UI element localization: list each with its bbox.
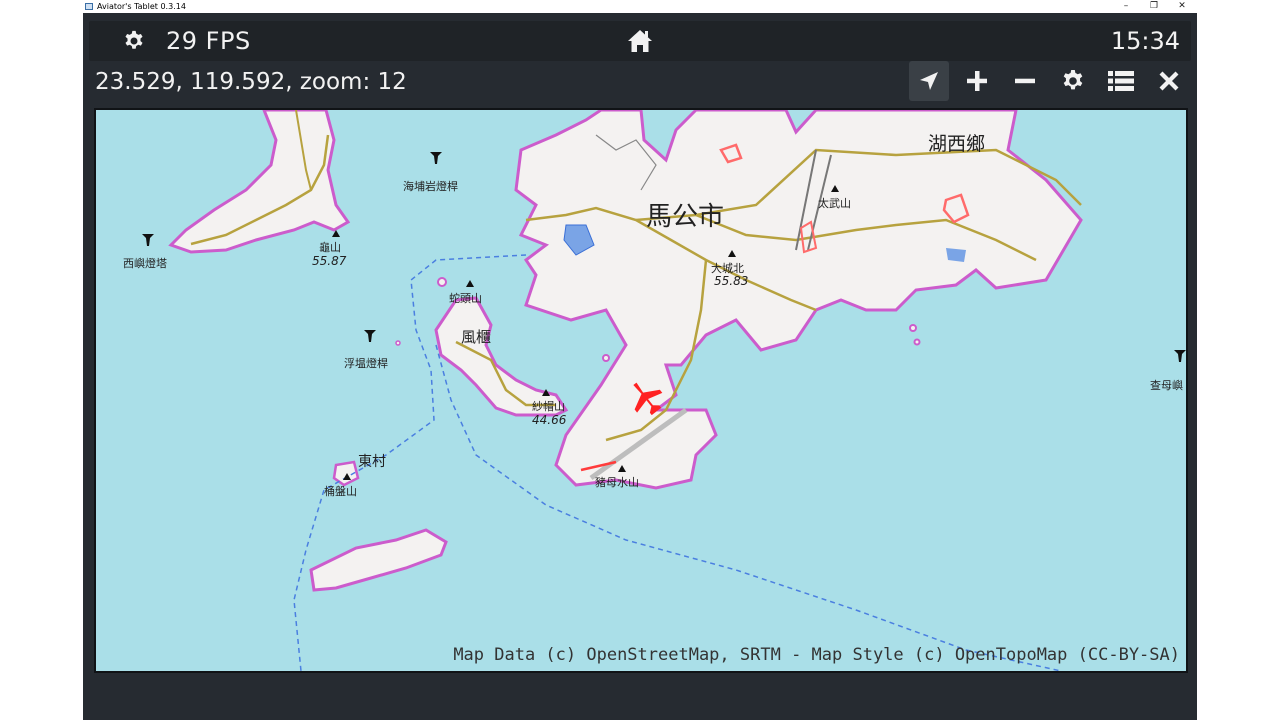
label-dachengbei: 大城北: [711, 261, 744, 275]
map-settings-button[interactable]: [1053, 61, 1093, 101]
window-title: Aviator's Tablet 0.3.14: [97, 2, 186, 11]
follow-position-button[interactable]: [909, 61, 949, 101]
restore-button[interactable]: ❐: [1142, 0, 1166, 13]
label-zhumushuishan: 豬母水山: [595, 475, 639, 489]
label-chamu: 查母嶼: [1150, 378, 1183, 392]
fps-counter: 29 FPS: [166, 27, 251, 55]
label-guishan: 龜山: [319, 241, 341, 254]
label-dachengbei-elevation: 55.83: [714, 274, 748, 288]
label-taiwushan: 太武山: [818, 197, 851, 210]
label-fenggui: 風櫃: [461, 328, 491, 346]
home-icon[interactable]: [627, 29, 653, 53]
close-map-button[interactable]: [1149, 61, 1189, 101]
coordinates-readout: 23.529, 119.592, zoom: 12: [95, 69, 407, 95]
label-magong: 馬公市: [646, 202, 724, 232]
close-window-button[interactable]: ✕: [1170, 0, 1194, 13]
list-button[interactable]: [1101, 61, 1141, 101]
settings-gear-icon[interactable]: [123, 30, 145, 52]
label-huxi: 湖西鄉: [928, 133, 985, 155]
minus-icon: [1015, 78, 1035, 84]
zoom-out-button[interactable]: [1005, 61, 1045, 101]
label-shetoushan: 蛇頭山: [449, 291, 482, 305]
minimize-button[interactable]: –: [1114, 0, 1138, 13]
label-fuchang: 浮塭燈桿: [344, 356, 388, 370]
zoom-in-button[interactable]: [957, 61, 997, 101]
app-icon: [85, 3, 93, 10]
top-status-bar: 29 FPS 15:34: [89, 21, 1191, 61]
app-window: 29 FPS 15:34 23.529, 119.592, zoom: 12 馬…: [83, 13, 1197, 720]
map-attribution: Map Data (c) OpenStreetMap, SRTM - Map S…: [453, 645, 1180, 665]
label-xiyu-lighthouse: 西嶼燈塔: [123, 256, 167, 270]
map-view[interactable]: 馬公市 湖西鄉 太武山 大城北 55.83 龜山 55.87 西嶼燈塔 海埔岩燈…: [94, 108, 1188, 673]
label-haigangyan: 海埔岩燈桿: [403, 179, 458, 193]
close-icon: [1159, 71, 1179, 91]
clock: 15:34: [1110, 27, 1180, 55]
label-dongcun: 東村: [358, 454, 386, 470]
map-canvas[interactable]: 馬公市 湖西鄉 太武山 大城北 55.83 龜山 55.87 西嶼燈塔 海埔岩燈…: [96, 110, 1186, 671]
label-shamaoshan-elevation: 44.66: [532, 413, 567, 427]
bottom-bar: [89, 681, 1191, 720]
gear-icon: [1063, 70, 1083, 90]
navigation-arrow-icon: [920, 72, 938, 90]
label-shamaoshan: 紗帽山: [532, 400, 565, 413]
plus-icon: [967, 71, 987, 91]
window-titlebar: Aviator's Tablet 0.3.14 – ❐ ✕: [0, 0, 1280, 13]
list-icon: [1108, 71, 1134, 91]
label-guishan-elevation: 55.87: [312, 254, 347, 268]
label-tongpanshan: 桶盤山: [324, 484, 357, 498]
